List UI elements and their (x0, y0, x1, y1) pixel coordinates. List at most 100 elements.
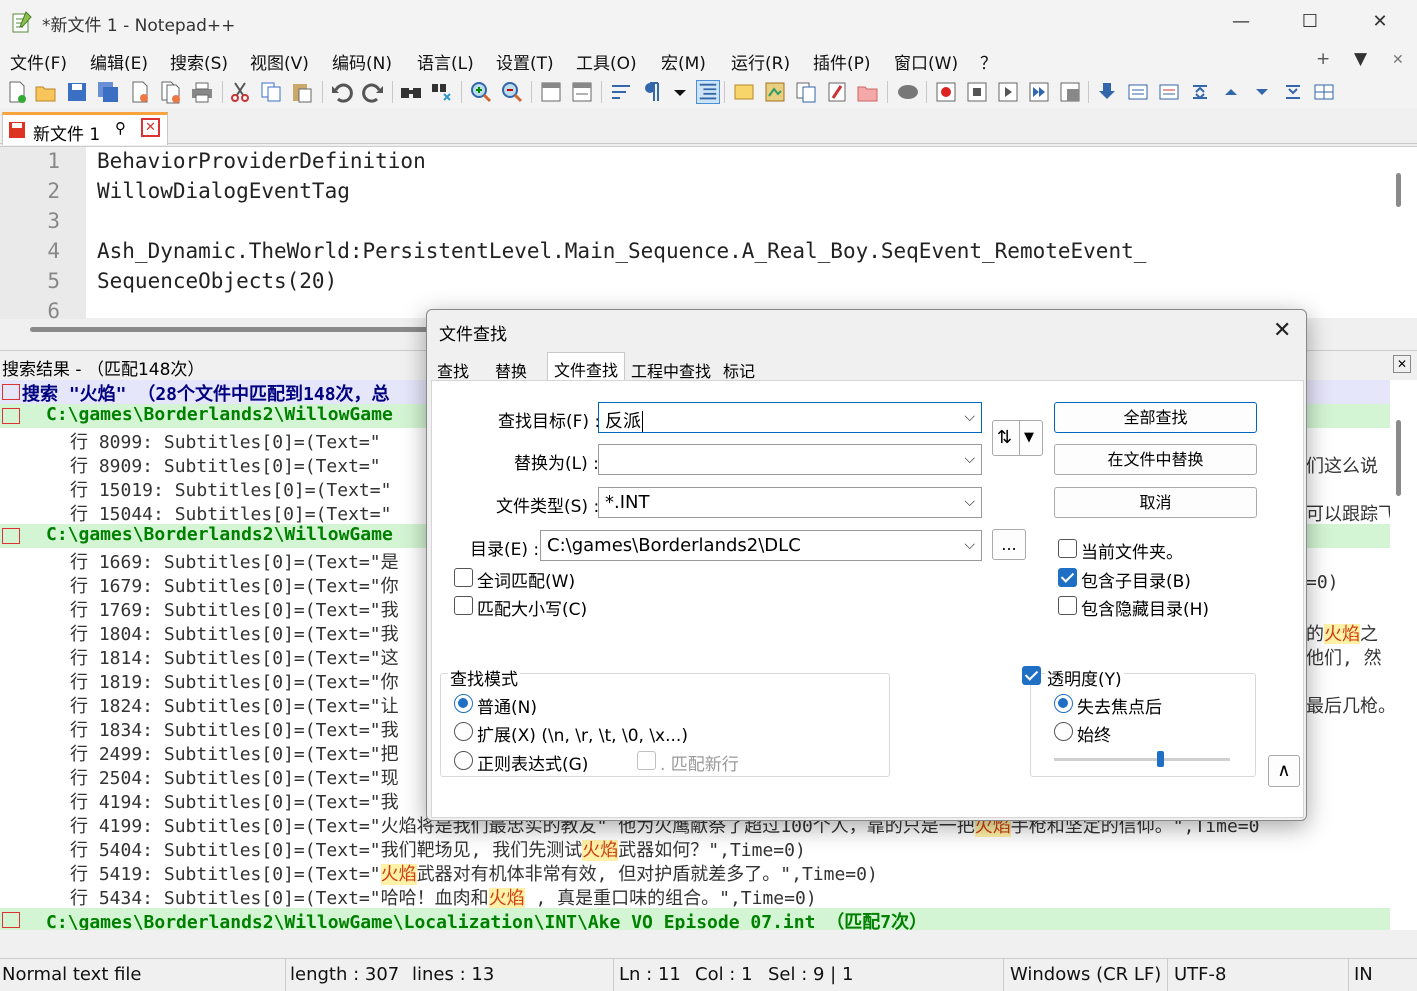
status-encoding[interactable]: UTF-8 (1174, 964, 1226, 985)
menu-edit[interactable]: 编辑(E) (90, 49, 148, 74)
chevron-down-icon[interactable]: ⌵ (964, 537, 975, 553)
tab-list-button[interactable]: ▼ (1354, 49, 1367, 69)
menu-help[interactable]: ？ (980, 49, 997, 74)
zoom-out-icon[interactable] (500, 80, 524, 104)
subfolders-label[interactable]: 包含子目录(B) (1081, 567, 1191, 592)
close-doc-button[interactable]: ✕ (1392, 52, 1404, 68)
fold-icon[interactable] (2, 384, 20, 400)
dot-newline-label[interactable]: . 匹配新行 (660, 750, 739, 775)
close-all-icon[interactable] (159, 80, 183, 104)
toolbar-extra-1-icon[interactable] (1095, 80, 1119, 104)
whole-word-checkbox[interactable] (454, 568, 473, 587)
current-folder-label[interactable]: 当前文件夹。 (1081, 538, 1183, 563)
tab-replace[interactable]: 替换 (489, 354, 533, 381)
stop-macro-icon[interactable] (965, 80, 989, 104)
mode-regex-label[interactable]: 正则表达式(G) (477, 750, 588, 775)
mode-regex-radio[interactable] (454, 751, 473, 770)
replace-in-files-button[interactable]: 在文件中替换 (1054, 444, 1257, 475)
editor-horizontal-scrollbar[interactable] (30, 327, 450, 332)
swap-find-replace-button[interactable]: ⇅ ▼ (992, 420, 1043, 456)
trans-lose-focus-radio[interactable] (1054, 694, 1073, 713)
match-case-checkbox[interactable] (454, 596, 473, 615)
chevron-down-icon[interactable]: ⌵ (964, 409, 975, 425)
editor-vertical-scrollbar[interactable] (1396, 173, 1401, 207)
toolbar-extra-8-icon[interactable] (1312, 80, 1336, 104)
doc-map-icon[interactable] (763, 80, 787, 104)
zoom-in-icon[interactable] (469, 80, 493, 104)
paste-icon[interactable] (290, 80, 314, 104)
menu-tools[interactable]: 工具(O) (576, 49, 637, 74)
chevron-down-icon[interactable]: ⌵ (964, 451, 975, 467)
mode-normal-radio[interactable] (454, 694, 473, 713)
replace-icon[interactable] (430, 80, 454, 104)
match-case-label[interactable]: 匹配大小写(C) (477, 595, 587, 620)
minimize-button[interactable]: — (1218, 6, 1264, 38)
record-macro-icon[interactable] (934, 80, 958, 104)
tab-find[interactable]: 查找 (431, 354, 475, 381)
transparency-slider-thumb[interactable] (1156, 751, 1164, 767)
pin-icon[interactable]: ⚲ (115, 119, 126, 137)
monitoring-icon[interactable] (896, 80, 920, 104)
trans-always-label[interactable]: 始终 (1077, 721, 1111, 746)
toolbar-extra-3-icon[interactable] (1157, 80, 1181, 104)
open-file-icon[interactable] (34, 80, 58, 104)
results-vertical-scrollbar[interactable] (1396, 420, 1401, 496)
code-line[interactable]: SequenceObjects(20) (97, 269, 337, 293)
find-icon[interactable] (399, 80, 423, 104)
word-wrap-icon[interactable] (609, 80, 633, 104)
transparency-slider-track[interactable] (1054, 758, 1230, 761)
cut-icon[interactable] (228, 80, 252, 104)
close-window-button[interactable]: ✕ (1357, 6, 1403, 38)
collapse-dialog-button[interactable]: ∧ (1268, 755, 1300, 787)
editor-pane[interactable]: 1 2 3 4 5 6 BehaviorProviderDefinition W… (0, 146, 1417, 332)
tab-find-in-projects[interactable]: 工程中查找 (625, 354, 717, 381)
tab-document-1[interactable]: 新文件 1 ⚲ ✕ (2, 112, 168, 145)
chevron-down-icon[interactable]: ▼ (1024, 421, 1034, 455)
trans-always-radio[interactable] (1054, 722, 1073, 741)
menu-view[interactable]: 视图(V) (250, 49, 309, 74)
save-icon[interactable] (65, 80, 89, 104)
filters-input[interactable]: *.INT ⌵ (598, 487, 982, 518)
menu-run[interactable]: 运行(R) (731, 49, 790, 74)
menu-settings[interactable]: 设置(T) (496, 49, 554, 74)
chevron-down-icon[interactable]: ⌵ (964, 494, 975, 510)
play-macro-icon[interactable] (996, 80, 1020, 104)
menu-macro[interactable]: 宏(M) (661, 49, 706, 74)
indent-guide-icon[interactable] (696, 80, 720, 104)
fold-icon[interactable] (2, 528, 20, 544)
result-hit-line[interactable]: 行 5419: Subtitles[0]=(Text="火焰武器对有机体非常有效… (0, 860, 1390, 885)
show-all-chars-icon[interactable] (640, 80, 664, 104)
function-list-icon[interactable] (825, 80, 849, 104)
mode-extended-label[interactable]: 扩展(X) (\n, \r, \t, \0, \x...) (477, 721, 688, 746)
menu-window[interactable]: 窗口(W) (894, 49, 958, 74)
toolbar-extra-4-icon[interactable] (1188, 80, 1212, 104)
menu-search[interactable]: 搜索(S) (170, 49, 228, 74)
mode-extended-radio[interactable] (454, 722, 473, 741)
hidden-folders-label[interactable]: 包含隐藏目录(H) (1081, 595, 1209, 620)
result-file-line[interactable]: C:\games\Borderlands2\WillowGame\Localiz… (0, 908, 1390, 930)
subfolders-checkbox[interactable] (1058, 568, 1077, 587)
run-macro-multiple-icon[interactable] (1027, 80, 1051, 104)
find-what-input[interactable]: 反派 ⌵ (598, 402, 982, 433)
copy-icon[interactable] (259, 80, 283, 104)
save-macro-icon[interactable] (1058, 80, 1082, 104)
directory-input[interactable]: C:\games\Borderlands2\DLC ⌵ (540, 530, 982, 561)
hidden-folders-checkbox[interactable] (1058, 596, 1077, 615)
current-folder-checkbox[interactable] (1058, 539, 1077, 558)
doc-list-icon[interactable] (794, 80, 818, 104)
sync-vertical-icon[interactable] (539, 80, 563, 104)
folder-workspace-icon[interactable] (856, 80, 880, 104)
mode-normal-label[interactable]: 普通(N) (477, 693, 537, 718)
find-all-button[interactable]: 全部查找 (1054, 402, 1257, 433)
tab-mark[interactable]: 标记 (717, 354, 761, 381)
dropdown-arrow-icon[interactable] (668, 80, 692, 104)
menu-plugins[interactable]: 插件(P) (813, 49, 871, 74)
toolbar-extra-2-icon[interactable] (1126, 80, 1150, 104)
fold-icon[interactable] (2, 912, 20, 928)
menu-encoding[interactable]: 编码(N) (332, 49, 392, 74)
tab-find-in-files[interactable]: 文件查找 (547, 352, 626, 381)
maximize-button[interactable]: ☐ (1287, 6, 1333, 38)
print-icon[interactable] (190, 80, 214, 104)
new-tab-button[interactable]: + (1316, 49, 1330, 69)
transparency-label[interactable]: 透明度(Y) (1045, 665, 1124, 690)
